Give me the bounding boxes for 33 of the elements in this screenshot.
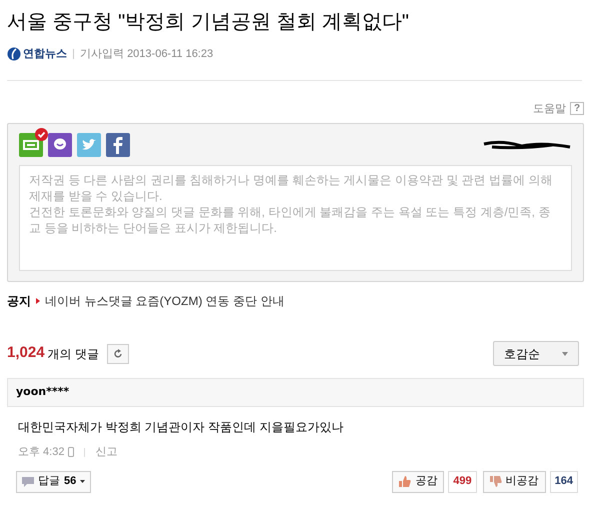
thumbs-up-icon [399,476,412,487]
article-title: 서울 중구청 "박정희 기념공원 철회 계획없다" [7,10,410,35]
dislike-button[interactable]: 비공감 [482,470,546,492]
comment-count: 1,024 [7,343,45,364]
speech-bubble-icon [22,476,34,486]
caret-icon [562,352,568,356]
thumbs-down-icon [490,476,502,487]
comment-box-button[interactable] [19,128,48,157]
notice-link[interactable]: 네이버 뉴스댓글 요즘(YOZM) 연동 중단 안내 [45,292,284,310]
reply-button[interactable]: 답글 56 [16,470,92,492]
chat-bubble-icon[interactable] [48,133,72,157]
refresh-icon [112,348,123,358]
news-logo-icon [7,47,21,62]
facebook-icon[interactable] [106,133,130,157]
help-button[interactable]: ? [570,102,584,116]
refresh-button[interactable] [106,344,129,364]
comment-time: 오후 4:32 [18,445,64,460]
rectangle-icon [23,140,39,150]
dislike-count: 164 [550,470,578,492]
help-label[interactable]: 도움말 [533,100,566,117]
news-source: 연합뉴스 [23,47,67,62]
caret-icon [80,480,86,483]
arrow-icon [36,298,40,304]
sort-dropdown[interactable]: 호감순 [493,341,579,366]
comment-text: 대한민국자체가 박정희 기념관이자 작품인데 지을필요가있나 [18,419,344,436]
comment-count-label: 개의 댓글 [48,346,99,362]
comment-author: yoon**** [16,384,70,400]
like-button[interactable]: 공감 [392,470,444,492]
article-date: 기사입력 2013-06-11 16:23 [80,47,214,62]
like-count: 499 [448,470,477,492]
check-badge-icon [35,128,48,141]
phone-icon [68,447,74,458]
notice-label: 공지 [7,293,31,310]
